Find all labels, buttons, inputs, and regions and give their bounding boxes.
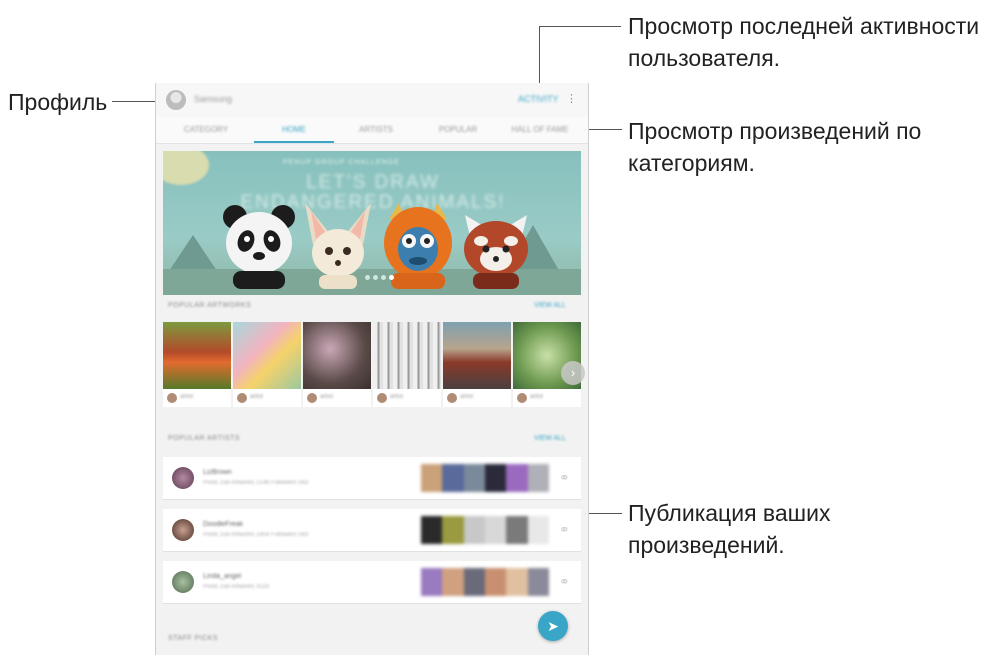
link-icon[interactable]: ⚭ [559,574,570,590]
artwork-artist-name: artist [390,394,404,400]
tab-artists[interactable]: ARTISTS [336,125,416,134]
artist-stats: Posts 158 Artworks 3119 [203,584,269,590]
user-name[interactable]: Samsung [194,94,232,104]
artwork-card[interactable]: artist [233,322,301,407]
artwork-artist-name: artist [180,394,194,400]
callout-publish-1: Публикация ваших [628,500,831,526]
artwork-image [233,322,301,389]
panda-illustration [223,205,295,289]
popular-artists-title: POPULAR ARTISTS [168,435,240,442]
popular-artists-view-all[interactable]: VIEW ALL [534,435,566,442]
artwork-artist-name: artist [320,394,334,400]
artist-avatar [167,393,177,403]
artwork-image [303,322,371,389]
carousel-dot[interactable] [365,275,370,280]
artwork-image [163,322,231,389]
artist-name: LizBrown [203,469,232,476]
tab-hall-of-fame[interactable]: HALL OF FAME [500,125,580,134]
carousel-dot[interactable] [373,275,378,280]
carousel-dot[interactable] [381,275,386,280]
artwork-card[interactable]: artist [163,322,231,407]
callout-categories-1: Просмотр произведений по [628,118,922,144]
artist-avatar [172,571,194,593]
next-arrow-icon[interactable]: › [561,361,585,385]
link-icon[interactable]: ⚭ [559,522,570,538]
artist-row[interactable]: DoodleFreak Posts 158 Artworks 1454 Foll… [163,509,581,552]
profile-avatar-button[interactable] [166,90,186,110]
callout-activity-1: Просмотр последней активности [628,13,980,39]
app-header: Samsung ACTIVITY ⋮ [156,83,588,117]
artist-avatar [447,393,457,403]
artwork-artist-name: artist [250,394,264,400]
leader-line-profile [112,101,156,102]
callout-activity-2: пользователя. [628,45,781,71]
artwork-card[interactable]: artist [373,322,441,407]
artist-avatar [307,393,317,403]
link-icon[interactable]: ⚭ [559,470,570,486]
artist-avatar [517,393,527,403]
category-tabs: CATEGORY HOME ARTISTS POPULAR HALL OF FA… [156,117,588,144]
banner-subtitle: PENUP GROUP CHALLENGE [283,159,400,166]
callout-profile: Профиль [8,89,108,115]
tab-home[interactable]: HOME [254,125,334,134]
artist-avatar [172,467,194,489]
popular-artworks-title: POPULAR ARTWORKS [168,302,252,309]
artist-thumbnails [421,464,549,492]
callout-publish-2: произведений. [628,532,785,558]
banner-sun [163,151,209,185]
leader-line-categories [586,129,622,130]
artwork-card[interactable]: artist [443,322,511,407]
artist-avatar [172,519,194,541]
artist-avatar [237,393,247,403]
home-feed[interactable]: PENUP GROUP CHALLENGE LET'S DRAW ENDANGE… [156,143,588,655]
artwork-card[interactable]: artist [303,322,371,407]
artwork-artist-name: artist [530,394,544,400]
red-panda-illustration [464,215,528,289]
carousel-dot-active[interactable] [389,275,394,280]
artist-stats: Posts 158 Artworks 2149 Followers 563 [203,480,309,486]
artist-row[interactable]: Linda_angel Posts 158 Artworks 3119 ⚭ [163,561,581,604]
more-vert-icon[interactable]: ⋮ [566,92,577,105]
leader-line-activity-h [539,26,621,27]
artist-stats: Posts 158 Artworks 1454 Followers 563 [203,532,309,538]
tab-popular[interactable]: POPULAR [418,125,498,134]
artist-avatar [377,393,387,403]
publish-artwork-button[interactable]: ➤ [538,611,568,641]
artist-name: DoodleFreak [203,521,244,528]
artist-row[interactable]: LizBrown Posts 158 Artworks 2149 Followe… [163,457,581,500]
callout-categories-2: категориям. [628,150,755,176]
popular-artworks-view-all[interactable]: VIEW ALL [534,302,566,309]
artist-thumbnails [421,516,549,544]
artwork-artist-name: artist [460,394,474,400]
activity-button[interactable]: ACTIVITY [518,94,559,104]
artist-name: Linda_angel [203,573,242,580]
staff-picks-title: STAFF PICKS [168,635,219,642]
app-screen: Samsung ACTIVITY ⋮ CATEGORY HOME ARTISTS… [155,83,589,655]
tab-category[interactable]: CATEGORY [166,125,246,134]
artist-thumbnails [421,568,549,596]
challenge-banner[interactable]: PENUP GROUP CHALLENGE LET'S DRAW ENDANGE… [163,151,581,295]
artwork-image [373,322,441,389]
artwork-image [443,322,511,389]
fox-illustration [305,203,371,289]
